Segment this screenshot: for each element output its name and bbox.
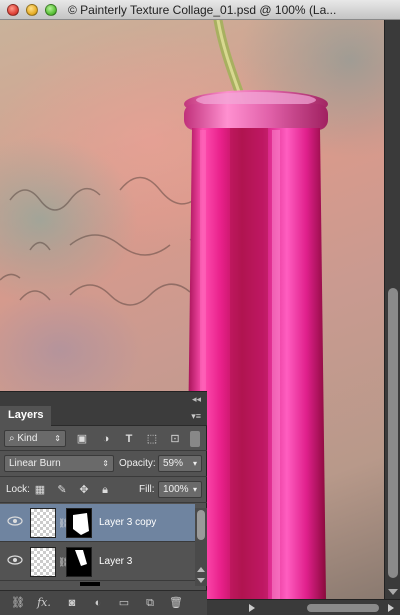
vertical-scroll-thumb[interactable] [388,288,398,578]
window-title-bar: © Painterly Texture Collage_01.psd @ 100… [0,0,400,20]
chevron-updown-icon: ⇕ [102,459,109,468]
panel-menu-icon[interactable]: ▾≡ [191,411,201,422]
fill-field[interactable]: 100% ▾ [158,481,202,498]
lock-row: Lock: ▦ ✎ ✥ 🔒︎ Fill: 100% ▾ [0,478,207,502]
delete-layer-icon[interactable]: 🗑︎ [168,596,184,610]
mask-shape [73,513,89,535]
layer-name[interactable]: Layer 3 copy [99,517,156,528]
scroll-down-arrow-icon[interactable] [197,578,205,583]
visibility-eye-icon[interactable] [7,555,23,565]
panel-tab-bar: Layers ▾≡ [0,406,207,426]
fill-label: Fill: [139,484,155,495]
layer-name[interactable]: Layer 3 [99,556,132,567]
fx-button[interactable]: fx. [36,596,52,610]
filter-row: ⌕ Kind ⇕ ▣ ◑ T ⬚ ⊡ [0,426,207,450]
add-mask-icon[interactable]: ◙ [64,596,80,610]
shape-filter-icon[interactable]: ⬚ [145,432,159,446]
window-title: © Painterly Texture Collage_01.psd @ 100… [68,3,337,17]
chevron-updown-icon: ⇕ [54,434,61,443]
layers-panel-footer: ⛓ fx. ◙ ◐ ▭ ⧉ 🗑︎ [0,590,207,615]
zoom-window-button[interactable] [45,4,57,16]
chevron-down-icon[interactable]: ▾ [193,459,197,468]
chevron-down-icon[interactable]: ▾ [193,485,197,494]
pixel-filter-icon[interactable]: ▣ [75,432,89,446]
filter-toggle-switch[interactable] [190,431,200,447]
layer-row-layer-3-copy[interactable]: ⛓ Layer 3 copy [0,504,195,542]
lock-transparent-pixels-icon[interactable]: ▦ [33,483,47,497]
new-layer-icon[interactable]: ⧉ [142,596,158,610]
layer-thumbnail[interactable] [30,547,56,577]
smart-object-filter-icon[interactable]: ⊡ [168,432,182,446]
layer-mask-thumbnail[interactable] [66,547,92,577]
opacity-field[interactable]: 59% ▾ [158,455,202,472]
new-group-icon[interactable]: ▭ [116,596,132,610]
vertical-scrollbar[interactable] [384,20,400,599]
layer-row-partial [0,582,195,590]
fill-value: 100% [163,484,189,495]
layer-thumbnail[interactable] [30,508,56,538]
mask-shape [75,550,87,566]
lock-position-icon[interactable]: ✥ [77,483,91,497]
opacity-label: Opacity: [119,458,156,469]
link-layers-icon[interactable]: ⛓ [10,596,26,610]
mask-link-icon[interactable]: ⛓ [58,557,69,567]
layers-scrollbar[interactable] [195,508,207,586]
layer-mask-thumbnail[interactable] [66,508,92,538]
scroll-up-arrow-icon[interactable] [197,567,205,572]
divider [0,502,207,503]
filter-kind-label: Kind [17,433,38,444]
divider [0,450,207,451]
blend-mode-value: Linear Burn [9,458,61,469]
scroll-left-arrow-icon[interactable] [249,604,255,612]
tab-layers[interactable]: Layers [0,406,52,426]
adjustment-filter-icon[interactable]: ◑ [99,432,113,446]
scroll-down-arrow-icon[interactable] [388,589,398,595]
blend-row: Linear Burn ⇕ Opacity: 59% ▾ [0,452,207,476]
opacity-value: 59% [163,458,184,469]
lock-label: Lock: [6,484,30,495]
visibility-eye-icon[interactable] [7,516,23,526]
panel-header-strip: ◂◂ [0,392,207,406]
layers-scroll-thumb[interactable] [197,510,205,540]
adjustment-layer-icon[interactable]: ◐ [90,596,106,610]
horizontal-scrollbar[interactable] [207,599,400,615]
scroll-right-arrow-icon[interactable] [388,604,394,612]
collapse-panel-icon[interactable]: ◂◂ [192,394,201,405]
layer-row-layer-3[interactable]: ⛓ Layer 3 [0,543,195,581]
minimize-window-button[interactable] [26,4,38,16]
divider [0,476,207,477]
lock-all-icon[interactable]: 🔒︎ [98,483,112,497]
lock-image-pixels-icon[interactable]: ✎ [55,483,69,497]
next-layer-mask-edge [80,582,100,586]
mask-link-icon[interactable]: ⛓ [58,518,69,528]
close-window-button[interactable] [7,4,19,16]
layers-panel: ◂◂ Layers ▾≡ ⌕ Kind ⇕ ▣ ◑ T ⬚ ⊡ Linear B… [0,391,207,615]
type-filter-icon[interactable]: T [122,432,136,446]
horizontal-scroll-thumb[interactable] [307,604,379,612]
filter-kind-dropdown[interactable]: ⌕ Kind ⇕ [4,430,66,447]
blend-mode-dropdown[interactable]: Linear Burn ⇕ [4,455,114,472]
